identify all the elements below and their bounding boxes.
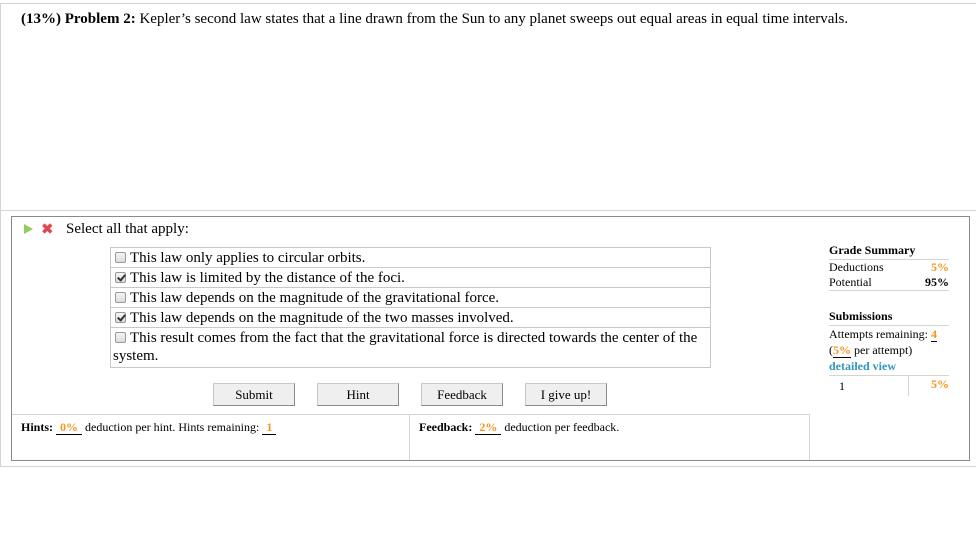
- hints-label: Hints:: [21, 420, 54, 434]
- per-attempt-value: 5%: [833, 343, 851, 358]
- attempts-remaining: Attempts remaining: 4: [829, 326, 949, 342]
- problem-statement-box: [0, 3, 976, 210]
- attempts-label: Attempts remaining:: [829, 327, 928, 341]
- option-label: This law only applies to circular orbits…: [130, 250, 366, 266]
- feedback-label: Feedback:: [419, 420, 473, 434]
- detailed-view-link[interactable]: detailed view: [829, 358, 949, 376]
- submission-history-row: 1 5%: [829, 376, 949, 396]
- deductions-label: Deductions: [829, 260, 884, 274]
- potential-value: 95%: [925, 275, 949, 289]
- potential-label: Potential: [829, 275, 872, 289]
- grade-side-panel: Grade Summary Deductions 5% Potential 95…: [829, 243, 949, 396]
- attempt-number: 1: [829, 376, 909, 396]
- question-instruction: Select all that apply:: [66, 221, 189, 237]
- option-checkbox[interactable]: [115, 272, 126, 283]
- deductions-row: Deductions 5%: [829, 260, 949, 275]
- hints-text: deduction per hint. Hints remaining:: [85, 420, 260, 434]
- feedback-deduction-value: 2%: [475, 421, 502, 435]
- option-checkbox[interactable]: [115, 292, 126, 303]
- option-row[interactable]: This law depends on the magnitude of the…: [110, 287, 711, 308]
- grade-summary-heading: Grade Summary: [829, 243, 949, 260]
- option-row[interactable]: This law is limited by the distance of t…: [110, 267, 711, 288]
- deductions-value: 5%: [931, 260, 949, 274]
- attempt-deduction: 5%: [931, 377, 949, 391]
- per-attempt-info: (5% per attempt): [829, 342, 949, 358]
- potential-row: Potential 95%: [829, 275, 949, 291]
- hints-info: Hints: 0% deduction per hint. Hints rema…: [12, 414, 410, 460]
- feedback-info: Feedback: 2% deduction per feedback.: [410, 414, 810, 460]
- hints-remaining-value: 1: [262, 421, 277, 435]
- option-row[interactable]: This result comes from the fact that the…: [110, 327, 711, 368]
- problem-weight: (13%): [21, 11, 61, 27]
- attempts-value: 4: [930, 327, 937, 342]
- option-checkbox[interactable]: [115, 332, 126, 343]
- option-label: This law is limited by the distance of t…: [130, 270, 405, 286]
- submissions-heading: Submissions: [829, 309, 949, 326]
- option-label: This result comes from the fact that the…: [113, 330, 698, 364]
- option-label: This law depends on the magnitude of the…: [130, 290, 500, 306]
- status-icons: ✖: [24, 220, 64, 238]
- option-checkbox[interactable]: [115, 252, 126, 263]
- problem-text: Kepler’s second law states that a line d…: [139, 11, 849, 27]
- feedback-button[interactable]: Feedback: [421, 383, 503, 406]
- submit-button[interactable]: Submit: [213, 383, 295, 406]
- problem-statement: (13%) Problem 2: Kepler’s second law sta…: [21, 10, 851, 28]
- incorrect-x-icon: ✖: [41, 220, 54, 238]
- hint-button[interactable]: Hint: [317, 383, 399, 406]
- hint-deduction-value: 0%: [56, 421, 83, 435]
- answer-options: This law only applies to circular orbits…: [110, 247, 711, 368]
- option-label: This law depends on the magnitude of the…: [130, 310, 514, 326]
- option-row[interactable]: This law depends on the magnitude of the…: [110, 307, 711, 328]
- problem-label: Problem 2:: [64, 11, 136, 27]
- option-checkbox[interactable]: [115, 312, 126, 323]
- feedback-text: deduction per feedback.: [504, 420, 620, 434]
- play-icon[interactable]: [24, 224, 33, 234]
- option-row[interactable]: This law only applies to circular orbits…: [110, 247, 711, 268]
- per-attempt-text: per attempt): [851, 343, 913, 357]
- give-up-button[interactable]: I give up!: [525, 383, 607, 406]
